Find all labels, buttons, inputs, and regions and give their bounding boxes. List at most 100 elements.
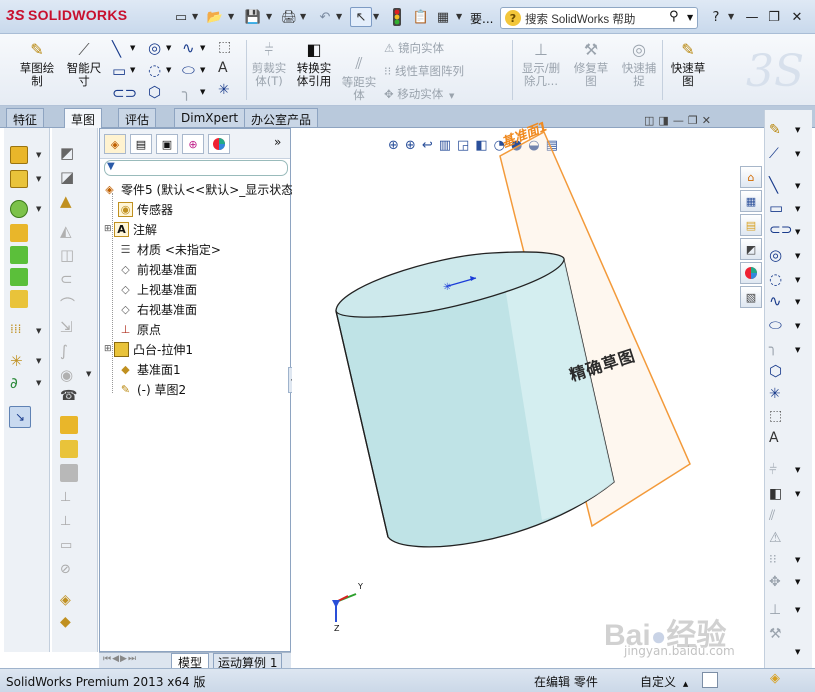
slot-icon[interactable]: ⊂⊃ <box>112 84 137 102</box>
dropdown-arrow[interactable]: ▼ <box>795 252 800 260</box>
dome-feature-icon[interactable]: ◆ <box>60 614 71 630</box>
tree-item-front-plane[interactable]: ◇ 前视基准面 <box>108 259 197 279</box>
grid-icon[interactable]: ⬚ <box>769 408 782 424</box>
magnifier-icon[interactable]: ⚲ <box>669 9 679 24</box>
rectangle-icon[interactable]: ▭ <box>112 62 126 80</box>
dropdown-arrow[interactable]: ▼ <box>795 556 800 564</box>
move-dropdown-arrow[interactable]: ▼ <box>449 92 454 100</box>
tree-item-plane1[interactable]: ◆ 基准面1 <box>108 359 180 379</box>
spline-dropdown-arrow[interactable]: ▼ <box>200 44 205 52</box>
dropdown-arrow[interactable]: ▼ <box>795 205 800 213</box>
dropdown-arrow[interactable]: ▼ <box>36 357 41 365</box>
fillet-feature-icon[interactable]: ◩ <box>60 144 74 162</box>
combine-icon[interactable] <box>60 440 78 458</box>
rebuild-traffic-light-icon[interactable] <box>386 7 408 27</box>
tree-item-origin[interactable]: ⊥ 原点 <box>108 319 161 339</box>
dimxpert-manager-tab-icon[interactable]: ⊕ <box>182 134 204 154</box>
viewport-tile-right-icon[interactable]: ◨ <box>658 114 672 127</box>
open-folder-icon[interactable]: 📂 <box>204 7 226 27</box>
dropdown-arrow[interactable]: ▼ <box>36 379 41 387</box>
arc-icon[interactable]: ◌ <box>769 270 782 288</box>
appearances-icon[interactable] <box>740 262 762 284</box>
linear-pattern-button[interactable]: ⁝⁝ 线性草图阵列 <box>384 63 464 79</box>
new-dropdown-arrow[interactable]: ▼ <box>192 12 198 21</box>
file-explorer-icon[interactable]: ▤ <box>740 214 762 236</box>
repair-sketch-button[interactable]: ⚒ 修复草 图 <box>570 38 612 88</box>
line-icon[interactable]: ╲ <box>112 40 121 58</box>
graphics-area[interactable]: ◫◨—❐✕ ⊕⊕↩▥◲◧◔●◒▤ ✳ 基准面1 精确草图 Y Z Bai●经验 … <box>292 114 764 668</box>
convert-entities-button[interactable]: ◧ 转换实 体引用 <box>292 38 336 88</box>
expand-panel-icon[interactable]: » <box>274 135 281 149</box>
close-button[interactable]: ✕ <box>787 8 807 26</box>
sketch-icon[interactable]: ✎ <box>769 122 781 138</box>
tab-dimxpert[interactable]: DimXpert <box>174 108 246 127</box>
spline-icon[interactable]: ∿ <box>769 292 782 310</box>
circle-icon[interactable]: ◎ <box>148 39 161 57</box>
ellipse-icon[interactable]: ⬭ <box>769 316 782 334</box>
draft-icon[interactable]: ▲ <box>60 192 72 210</box>
undo-dropdown-arrow[interactable]: ▼ <box>336 12 342 21</box>
design-library-icon[interactable]: ▦ <box>740 190 762 212</box>
chamfer-icon[interactable]: ◪ <box>60 168 74 186</box>
restore-button[interactable]: ❐ <box>764 8 784 26</box>
dropdown-arrow[interactable]: ▼ <box>795 578 800 586</box>
configuration-manager-tab-icon[interactable]: ▣ <box>156 134 178 154</box>
dropdown-arrow[interactable]: ▼ <box>795 126 800 134</box>
arc-icon[interactable]: ◌ <box>148 61 161 79</box>
dropdown-arrow[interactable]: ▼ <box>795 182 800 190</box>
pattern-icon[interactable]: ⁞⁞⁞ <box>10 322 21 336</box>
grid-icon[interactable]: ⬚ <box>218 39 231 55</box>
line-icon[interactable]: ╲ <box>769 176 778 194</box>
indent-icon[interactable]: ▭ <box>60 538 72 553</box>
mirror-entities-button[interactable]: ⚠ 镜向实体 <box>384 40 444 56</box>
quick-snaps-button[interactable]: ◎ 快速捕 捉 <box>618 38 660 88</box>
flex-icon[interactable]: ∫ <box>60 342 68 360</box>
search-dropdown-arrow[interactable]: ▼ <box>687 13 693 22</box>
tree-root-part[interactable]: ◈ 零件5 (默认<<默认>_显示状态 <box>102 179 293 199</box>
select-pointer-icon[interactable]: ↖ <box>350 7 372 27</box>
mirror-feature-icon[interactable]: ◈ <box>60 592 71 608</box>
dropdown-arrow[interactable]: ▼ <box>36 205 41 213</box>
tree-item-sketch2[interactable]: ✎ (-) 草图2 <box>108 379 186 399</box>
viewport-close-icon[interactable]: ✕ <box>702 114 715 127</box>
mold-icon[interactable]: ⊥ <box>60 514 71 529</box>
instant3d-icon[interactable]: ↘ <box>9 406 31 428</box>
scale-icon[interactable]: ⇲ <box>60 318 73 336</box>
dropdown-arrow[interactable]: ▼ <box>795 346 800 354</box>
intersect-icon[interactable] <box>60 464 78 482</box>
cut-extrude-icon[interactable] <box>10 268 28 286</box>
move-entities-button[interactable]: ✥ 移动实体 ▼ <box>384 86 454 102</box>
reference-geometry-icon[interactable]: ✳ <box>10 352 23 370</box>
dropdown-arrow[interactable]: ▼ <box>795 276 800 284</box>
dropdown-arrow[interactable]: ▼ <box>86 370 91 378</box>
tab-sketch[interactable]: 草图 <box>64 108 103 128</box>
open-dropdown-arrow[interactable]: ▼ <box>228 12 234 21</box>
deform-icon[interactable]: ◉ <box>60 366 73 384</box>
loft-icon[interactable] <box>10 224 28 242</box>
line-dropdown-arrow[interactable]: ▼ <box>130 44 135 52</box>
tree-item-boss-extrude[interactable]: ⊞ 凸台-拉伸1 <box>104 339 193 359</box>
dropdown-arrow[interactable]: ▼ <box>795 298 800 306</box>
split-icon[interactable]: ☎ <box>60 388 77 404</box>
help-search-box[interactable]: ? 搜索 SolidWorks 帮助 ⚲ ▼ <box>500 7 698 29</box>
rectangle-dropdown-arrow[interactable]: ▼ <box>130 66 135 74</box>
feature-manager-tab-icon[interactable]: ◈ <box>104 134 126 154</box>
offset-entities-button[interactable]: ⫽ 等距实 体 <box>338 52 380 102</box>
thicken-icon[interactable]: ⊘ <box>60 562 71 577</box>
rib-icon[interactable]: ◭ <box>60 222 72 240</box>
polygon-icon[interactable]: ⬡ <box>769 362 782 380</box>
minimize-button[interactable]: — <box>742 8 762 26</box>
tab-features[interactable]: 特征 <box>6 108 45 127</box>
spline-icon[interactable]: ∿ <box>182 39 195 57</box>
smart-dimension-icon[interactable]: ⟋ <box>769 146 779 162</box>
ellipse-dropdown-arrow[interactable]: ▼ <box>200 66 205 74</box>
tab-scroll-arrows[interactable]: ⏮◀▶⏭ <box>103 654 137 664</box>
rectangle-icon[interactable]: ▭ <box>769 199 783 217</box>
trim-icon[interactable]: ⫩ <box>769 462 777 478</box>
more-commands-label[interactable]: 要... <box>470 10 493 27</box>
rapid-sketch-button[interactable]: ✎ 快速草 图 <box>666 38 710 88</box>
revolve-boss-icon[interactable] <box>10 170 28 188</box>
curves-icon[interactable]: ∂ <box>10 374 18 392</box>
extrude-boss-icon[interactable] <box>10 146 28 164</box>
tree-item-annotations[interactable]: ⊞ A 注解 <box>104 219 157 239</box>
